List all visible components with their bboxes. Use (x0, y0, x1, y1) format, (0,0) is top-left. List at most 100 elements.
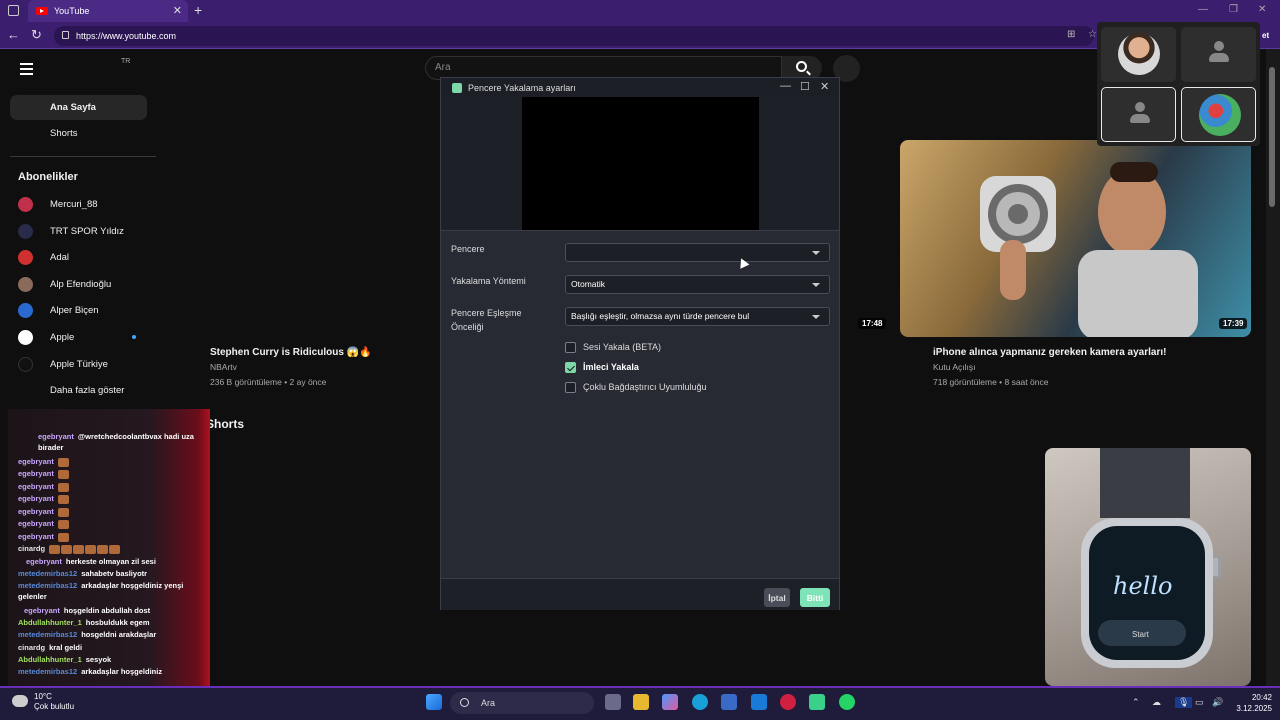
tray-chevron-up-icon[interactable]: ⌃ (1132, 697, 1140, 708)
mail-icon[interactable] (751, 694, 767, 710)
capture-cursor-checkbox[interactable]: İmleci Yakala (565, 361, 639, 373)
participant-tile[interactable] (1181, 87, 1256, 142)
capture-app-icon[interactable] (809, 694, 825, 710)
chat-username[interactable]: cinardg (18, 544, 45, 553)
dialog-title-bar[interactable]: Pencere Yakalama ayarları — ☐ ✕ (441, 78, 839, 97)
short-thumbnail[interactable]: hello Start (1045, 448, 1251, 686)
video-channel[interactable]: NBArtv (210, 362, 237, 372)
back-arrow-icon[interactable]: ← (7, 27, 20, 42)
person-icon (1209, 41, 1229, 65)
cancel-button[interactable]: İptal (764, 588, 790, 607)
person-icon (1130, 102, 1150, 126)
volume-icon[interactable]: 🔊 (1212, 697, 1223, 708)
task-view-icon[interactable] (605, 694, 621, 710)
scrollbar-thumb[interactable] (1269, 67, 1275, 207)
tab-actions-icon[interactable] (8, 5, 19, 16)
chat-text: hosbuldukk egem (85, 618, 150, 627)
subscription-item[interactable]: Adal (18, 248, 69, 266)
maximize-icon[interactable]: ❐ (1229, 4, 1238, 15)
minimize-icon[interactable]: — (1198, 4, 1208, 15)
emote-icon (57, 494, 69, 504)
emote-icon (73, 544, 85, 554)
chat-username[interactable]: Abdullahhunter_1 (18, 618, 82, 627)
country-code: TR (121, 58, 131, 65)
chat-username[interactable]: egebryant (38, 432, 74, 441)
store-icon[interactable] (721, 694, 737, 710)
checkbox[interactable] (565, 341, 576, 353)
close-tab-icon[interactable]: ✕ (173, 4, 182, 17)
capture-audio-checkbox[interactable]: Sesi Yakala (BETA) (565, 341, 661, 353)
chat-username[interactable]: cinardg (18, 643, 45, 652)
sidebar-item-home[interactable]: Ana Sayfa (10, 95, 147, 120)
chat-username[interactable]: egebryant (18, 469, 54, 478)
checkbox-checked[interactable] (565, 361, 576, 373)
chat-username[interactable]: metedemirbas12 (18, 569, 77, 578)
chat-message: egebryant (18, 518, 198, 529)
emote-icon (49, 544, 61, 554)
chat-username[interactable]: Abdullahhunter_1 (18, 655, 82, 664)
file-explorer-icon[interactable] (633, 694, 649, 710)
onedrive-icon[interactable]: ☁ (1152, 697, 1161, 708)
chat-username[interactable]: metedemirbas12 (18, 667, 77, 676)
apps-icon[interactable]: ⊞ (1067, 29, 1075, 40)
chat-username[interactable]: egebryant (18, 482, 54, 491)
subscription-item[interactable]: Alper Biçen (18, 301, 99, 319)
chat-username[interactable]: metedemirbas12 (18, 630, 77, 639)
video-title[interactable]: iPhone alınca yapmanız gereken kamera ay… (933, 347, 1166, 358)
minimize-icon[interactable]: — (780, 80, 791, 92)
emote-icon (85, 544, 97, 554)
maximize-icon[interactable]: ☐ (800, 80, 810, 93)
close-icon[interactable]: ✕ (820, 80, 829, 93)
video-channel[interactable]: Kutu Açılışı (933, 362, 976, 372)
subscription-item[interactable]: TRT SPOR Yıldız (18, 222, 124, 240)
video-title[interactable]: Stephen Curry is Ridiculous 😱🔥 (210, 347, 372, 358)
participant-tile[interactable] (1181, 27, 1256, 82)
emote-icon (57, 507, 69, 517)
subscription-item[interactable]: Apple (18, 328, 136, 346)
tab-youtube[interactable]: YouTube ✕ (28, 0, 188, 22)
emote-icon (57, 532, 69, 542)
video-thumbnail[interactable] (900, 140, 1251, 337)
subscription-item[interactable]: Mercuri_88 (18, 195, 98, 213)
chat-username[interactable]: metedemirbas12 (18, 581, 77, 590)
start-windows-icon[interactable] (426, 694, 442, 710)
chat-username[interactable]: egebryant (18, 494, 54, 503)
chat-message: egebryant herkeste olmayan zil sesi (26, 556, 198, 567)
show-more-button[interactable]: Daha fazla göster (18, 381, 124, 399)
address-bar[interactable]: https://www.youtube.com (54, 26, 1094, 46)
chat-username[interactable]: egebryant (18, 507, 54, 516)
chat-overlay: egebryant @wretchedcoolantbvax hadi uza b… (8, 409, 210, 686)
chat-username[interactable]: egebryant (18, 519, 54, 528)
taskbar-search[interactable]: Ara (450, 692, 594, 714)
capture-method-select[interactable]: Otomatik (565, 275, 830, 294)
toolbar-button-partial[interactable]: et (1262, 31, 1269, 40)
chat-username[interactable]: egebryant (24, 606, 60, 615)
window-select[interactable] (565, 243, 830, 262)
chat-username[interactable]: egebryant (18, 532, 54, 541)
app-red-icon[interactable] (780, 694, 796, 710)
page-scrollbar[interactable] (1266, 49, 1280, 686)
copilot-icon[interactable] (662, 694, 678, 710)
participant-tile[interactable] (1101, 27, 1176, 82)
menu-icon[interactable] (20, 63, 33, 78)
network-icon[interactable]: ▭ (1195, 697, 1204, 708)
done-button[interactable]: Bitti (800, 588, 830, 607)
subscription-item[interactable]: Apple Türkiye (18, 355, 108, 373)
whatsapp-icon[interactable] (839, 694, 855, 710)
sidebar-item-shorts[interactable]: Shorts (10, 121, 147, 146)
chat-username[interactable]: egebryant (18, 457, 54, 466)
subscription-item[interactable]: Alp Efendioğlu (18, 275, 111, 293)
divider (441, 230, 839, 231)
favorite-star-icon[interactable]: ☆ (1088, 29, 1097, 40)
participant-tile[interactable] (1101, 87, 1176, 142)
microphone-icon[interactable]: 🎙 (1175, 697, 1193, 708)
chat-username[interactable]: egebryant (26, 557, 62, 566)
new-tab-button[interactable]: + (194, 2, 202, 18)
refresh-icon[interactable]: ↻ (31, 27, 42, 43)
multi-adapter-checkbox[interactable]: Çoklu Bağdaştırıcı Uyumluluğu (565, 381, 707, 393)
system-clock[interactable]: 20:42 3.12.2025 (1230, 692, 1272, 714)
checkbox[interactable] (565, 381, 576, 393)
edge-icon[interactable] (692, 694, 708, 710)
match-priority-select[interactable]: Başlığı eşleştir, olmazsa aynı türde pen… (565, 307, 830, 326)
window-close-icon[interactable]: ✕ (1258, 4, 1266, 15)
